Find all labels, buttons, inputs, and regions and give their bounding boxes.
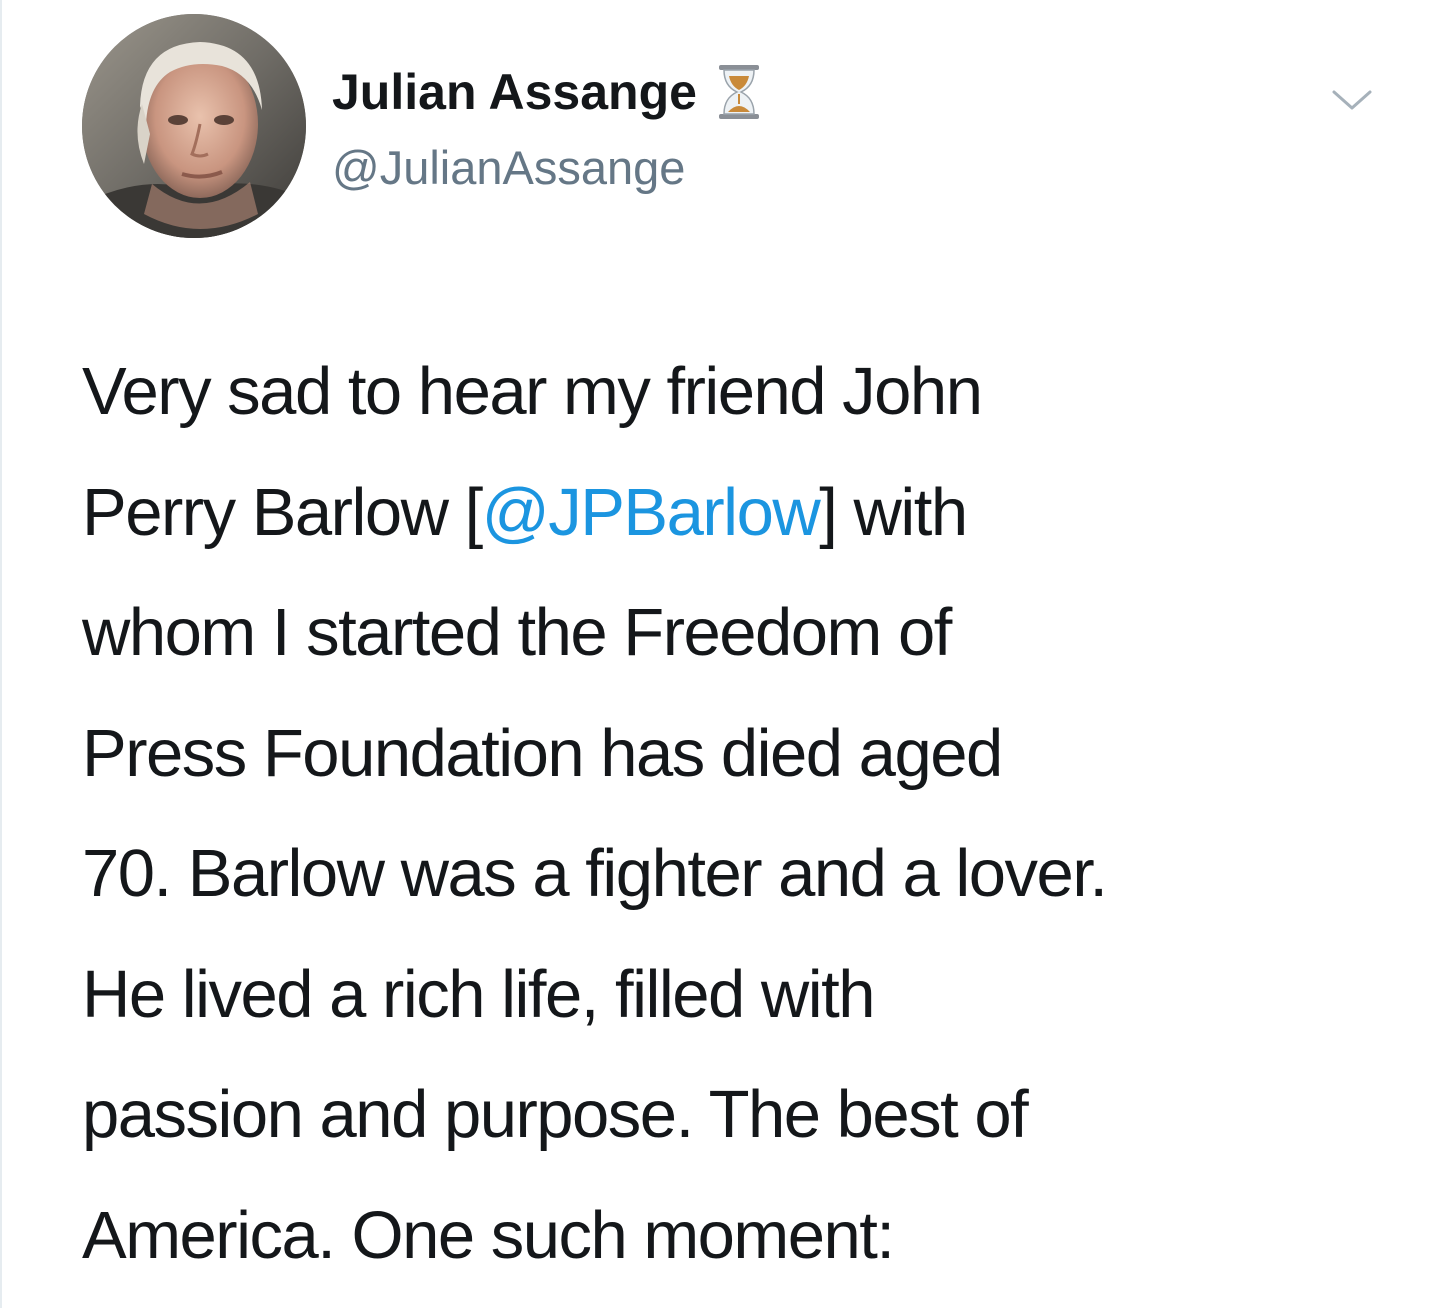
username[interactable]: @JulianAssange [332,140,761,195]
tweet-line: 70. Barlow was a fighter and a lover. [82,836,1108,911]
tweet-card: Julian Assange @JulianAssange Very sad t… [0,0,1434,1308]
tweet-text-segment: Perry Barlow [ [82,474,483,550]
tweet-line: Perry Barlow [@JPBarlow] with [82,453,1402,574]
tweet-header: Julian Assange @JulianAssange [82,14,1382,244]
tweet-line: Press Foundation has died aged [82,715,1003,791]
name-block: Julian Assange @JulianAssange [332,60,761,195]
avatar-photo [82,14,306,238]
tweet-line: Very sad to hear my friend John [82,354,983,429]
tweet-line: He lived a rich life, filled with [82,956,876,1032]
mention-link[interactable]: @JPBarlow [482,475,821,550]
tweet-text: Very sad to hear my friend John Perry Ba… [82,332,1402,1296]
tweet-line: whom I started the Freedom of [82,595,952,670]
display-name-row: Julian Assange [332,60,761,124]
chevron-down-icon[interactable] [1330,84,1374,114]
display-name[interactable]: Julian Assange [332,63,697,121]
tweet-line: America. One such moment: [82,1197,895,1273]
tweet-line: passion and purpose. The best of [82,1077,1029,1152]
tweet-text-segment: ] with [819,474,968,550]
hourglass-icon [717,64,761,120]
avatar[interactable] [82,14,306,238]
